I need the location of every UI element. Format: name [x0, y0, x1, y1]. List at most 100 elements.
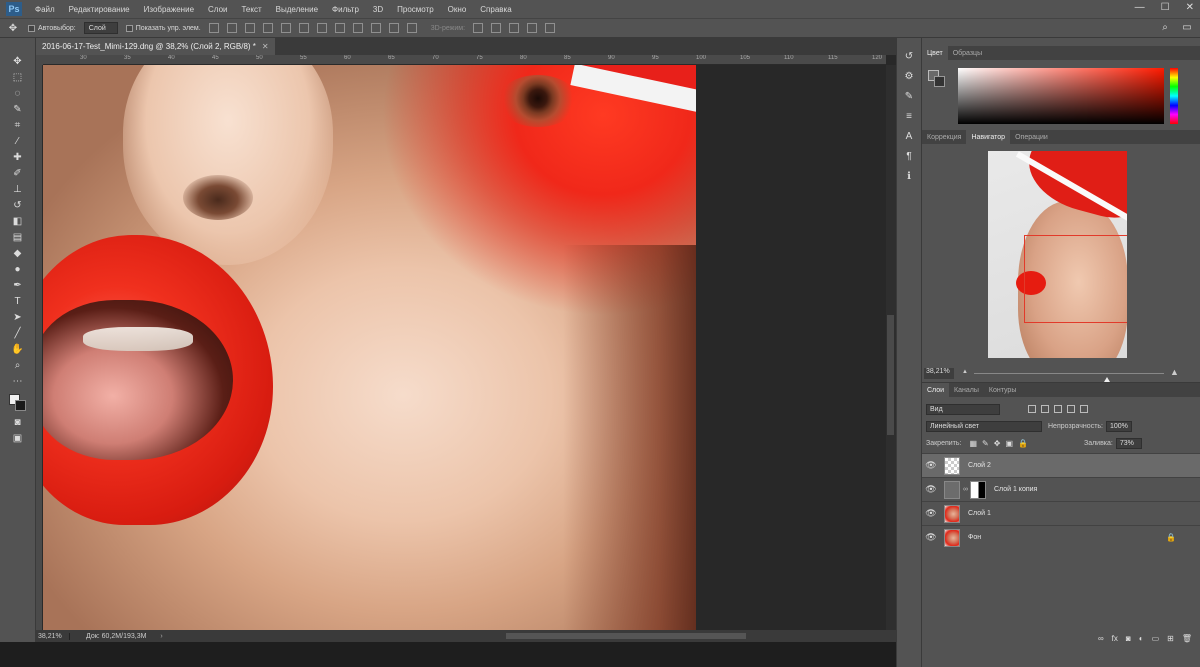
workspace-icon[interactable]: ▭	[1180, 22, 1194, 33]
align-right-icon[interactable]	[298, 23, 309, 33]
quick-select-icon[interactable]: ✎	[11, 104, 25, 115]
lock-position-icon[interactable]: ✥	[994, 439, 1001, 448]
hue-slider[interactable]	[1170, 68, 1178, 124]
background-color-swatch[interactable]	[14, 400, 26, 411]
new-group-icon[interactable]: ▭	[1152, 634, 1160, 643]
delete-layer-icon[interactable]: 🗑	[1182, 634, 1192, 643]
type-icon[interactable]: T	[11, 296, 25, 307]
search-icon[interactable]: ⌕	[1158, 22, 1172, 33]
more-icon[interactable]: ⋯	[11, 376, 25, 387]
marquee-icon[interactable]: ⬚	[11, 72, 25, 83]
filter-pixel-icon[interactable]	[1028, 405, 1036, 413]
menu-3d[interactable]: 3D	[366, 5, 390, 14]
distribute-vcenter-icon[interactable]	[334, 23, 345, 33]
layer-name[interactable]: Слой 1 копия	[994, 486, 1037, 493]
autoselect-checkbox[interactable]: Автовыбор:	[28, 24, 76, 32]
ruler-corner[interactable]	[36, 55, 43, 65]
add-mask-icon[interactable]: ◙	[1126, 634, 1131, 643]
lasso-icon[interactable]: ◌	[11, 88, 25, 99]
layer-name[interactable]: Слой 1	[968, 510, 991, 517]
close-icon[interactable]: ✕	[1186, 2, 1194, 13]
navigator-zoom-value[interactable]: 38,21%	[924, 367, 954, 379]
layer-name[interactable]: Фон	[968, 534, 981, 541]
panel-color-swatches[interactable]	[928, 70, 946, 88]
vertical-scrollbar[interactable]	[886, 65, 896, 630]
menu-type[interactable]: Текст	[234, 5, 268, 14]
menu-edit[interactable]: Редактирование	[62, 5, 137, 14]
eyedropper-icon[interactable]: ⁄	[11, 136, 25, 147]
move-tool-preset-icon[interactable]: ✥	[6, 23, 20, 34]
eye-icon[interactable]: 👁	[922, 532, 940, 543]
eraser-icon[interactable]: ◧	[11, 216, 25, 227]
eye-icon[interactable]: 👁	[922, 484, 940, 495]
layer-row[interactable]: 👁 ∞ Слой 1 копия	[922, 477, 1200, 501]
distribute-hcenter-icon[interactable]	[388, 23, 399, 33]
zoom-slider[interactable]	[974, 373, 1164, 382]
eye-icon[interactable]: 👁	[922, 460, 940, 471]
distribute-bottom-icon[interactable]	[352, 23, 363, 33]
brush-presets-icon[interactable]: ✎	[902, 90, 916, 102]
document-canvas[interactable]	[43, 65, 886, 630]
gradient-icon[interactable]: ▤	[11, 232, 25, 243]
navigator-thumbnail[interactable]	[988, 151, 1127, 358]
menu-layers[interactable]: Слои	[201, 5, 234, 14]
fill-input[interactable]: 73%	[1115, 437, 1142, 449]
paragraph-icon[interactable]: ¶	[902, 150, 916, 162]
layer-mask-thumbnail[interactable]	[970, 480, 986, 499]
link-icon[interactable]: ∞	[963, 486, 968, 493]
screen-mode-icon[interactable]: ▣	[11, 433, 25, 444]
distribute-right-icon[interactable]	[406, 23, 417, 33]
close-icon[interactable]: ✕	[262, 42, 269, 51]
tab-actions[interactable]: Операции	[1010, 130, 1053, 144]
eye-icon[interactable]: 👁	[922, 508, 940, 519]
document-tab[interactable]: 2016-06-17-Test_Mimi-129.dng @ 38,2% (Сл…	[36, 38, 275, 55]
lock-transparent-icon[interactable]: ▦	[969, 439, 977, 448]
color-picker-field[interactable]	[958, 68, 1164, 124]
menu-image[interactable]: Изображение	[137, 5, 201, 14]
menu-window[interactable]: Окно	[441, 5, 474, 14]
path-select-icon[interactable]: ➤	[11, 312, 25, 323]
tab-channels[interactable]: Каналы	[949, 383, 984, 397]
maximize-icon[interactable]: ☐	[1161, 2, 1170, 13]
new-adjustment-icon[interactable]: ◐	[1139, 634, 1144, 643]
layer-style-icon[interactable]: fx	[1112, 634, 1118, 643]
zoom-in-icon[interactable]: ▲	[1170, 367, 1179, 377]
layer-row[interactable]: 👁 Фон 🔒	[922, 525, 1200, 549]
minimize-icon[interactable]: —	[1135, 2, 1145, 13]
new-layer-icon[interactable]: ⊞	[1167, 634, 1174, 643]
3d-scale-icon[interactable]	[545, 23, 556, 33]
tab-swatches[interactable]: Образцы	[948, 46, 987, 60]
show-controls-checkbox[interactable]: Показать упр. элем.	[125, 24, 201, 32]
chevron-right-icon[interactable]: ›	[160, 633, 162, 640]
character-icon[interactable]: A	[902, 130, 916, 142]
crop-icon[interactable]: ⌗	[11, 120, 25, 131]
layer-row[interactable]: 👁 Слой 2	[922, 453, 1200, 477]
lock-artboard-icon[interactable]: ▣	[1005, 439, 1013, 448]
hand-icon[interactable]: ✋	[11, 344, 25, 355]
3d-slide-icon[interactable]	[527, 23, 538, 33]
lock-pixels-icon[interactable]: ✎	[982, 439, 989, 448]
blend-mode-dropdown[interactable]: Линейный свет	[926, 420, 1042, 432]
brush-icon[interactable]: ✐	[11, 168, 25, 179]
blur-icon[interactable]: ◆	[11, 248, 25, 259]
tab-navigator[interactable]: Навигатор	[966, 130, 1011, 144]
adjustments-icon[interactable]: ≡	[902, 110, 916, 122]
quick-mask-icon[interactable]: ◙	[11, 417, 25, 428]
scrollbar-thumb[interactable]	[887, 315, 894, 435]
layer-name[interactable]: Слой 2	[968, 462, 991, 469]
filter-smart-icon[interactable]	[1080, 405, 1088, 413]
opacity-input[interactable]: 100%	[1106, 420, 1132, 432]
history-icon[interactable]: ↺	[902, 50, 916, 62]
tab-paths[interactable]: Контуры	[984, 383, 1021, 397]
pen-icon[interactable]: ✒	[11, 280, 25, 291]
tab-color[interactable]: Цвет	[922, 46, 948, 60]
properties-icon[interactable]: ⚙	[902, 70, 916, 82]
vertical-ruler[interactable]	[36, 65, 43, 630]
3d-rotate-icon[interactable]	[473, 23, 484, 33]
filter-adjustment-icon[interactable]	[1041, 405, 1049, 413]
menu-file[interactable]: Файл	[28, 5, 62, 14]
lock-all-icon[interactable]: 🔒	[1018, 439, 1028, 448]
tab-layers[interactable]: Слои	[922, 383, 950, 397]
tab-adjustments[interactable]: Коррекция	[922, 130, 966, 144]
stamp-icon[interactable]: ⊥	[11, 184, 25, 195]
